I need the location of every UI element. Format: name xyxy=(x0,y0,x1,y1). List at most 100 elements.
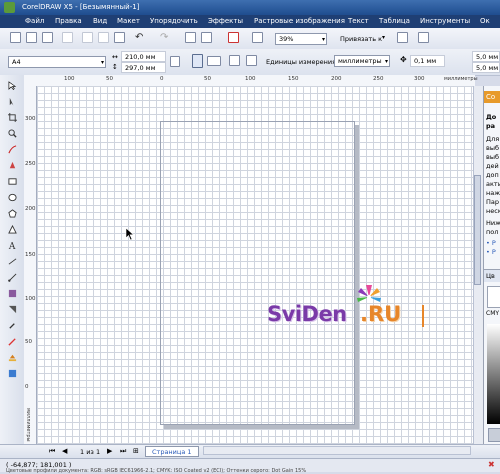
shape-tool-icon[interactable] xyxy=(8,97,17,106)
ruler-tick-label: 300 xyxy=(25,116,36,122)
options-icon-2[interactable] xyxy=(418,32,429,43)
cut-icon[interactable] xyxy=(82,32,93,43)
last-page-icon[interactable]: ⏭ xyxy=(120,447,126,456)
menu-window[interactable]: Ок xyxy=(480,17,490,25)
import-icon[interactable] xyxy=(185,32,196,43)
docker-button[interactable] xyxy=(488,428,500,442)
docker-text-line: До xyxy=(486,113,497,121)
color-gradient-picker[interactable] xyxy=(487,324,500,424)
open-icon[interactable] xyxy=(26,32,37,43)
horizontal-scrollbar[interactable] xyxy=(203,446,471,455)
eyedropper-tool-icon[interactable] xyxy=(8,321,17,330)
pick-tool-icon[interactable] xyxy=(8,81,17,90)
text-tool-icon[interactable]: A xyxy=(8,241,17,250)
save-icon[interactable] xyxy=(42,32,53,43)
basic-shapes-tool-icon[interactable] xyxy=(8,225,17,234)
smart-fill-tool-icon[interactable] xyxy=(8,161,17,170)
docker-text-line: наж xyxy=(486,189,500,197)
parallel-dimension-tool-icon[interactable] xyxy=(8,257,17,266)
orientation-toggle-icon[interactable] xyxy=(170,56,180,67)
outline-tool-icon[interactable] xyxy=(8,337,17,346)
duplicate-distance-y-field[interactable]: 5,0 мм xyxy=(472,62,500,73)
print-icon[interactable] xyxy=(62,32,73,43)
menu-view[interactable]: Вид xyxy=(93,17,107,25)
vertical-scroll-thumb[interactable] xyxy=(474,175,481,285)
rectangle-tool-icon[interactable] xyxy=(8,177,17,186)
ruler-tick-label: 300 xyxy=(414,76,425,82)
transparency-tool-icon[interactable] xyxy=(8,305,17,314)
ruler-tick-label: 50 xyxy=(106,76,113,82)
redo-icon[interactable]: ↷ xyxy=(160,32,168,43)
page-width-field[interactable]: 210,0 мм xyxy=(121,51,166,62)
text-caret xyxy=(422,305,424,327)
copy-icon[interactable] xyxy=(98,32,109,43)
all-pages-icon[interactable] xyxy=(229,55,240,66)
application-launcher-icon[interactable] xyxy=(228,32,239,43)
menu-effects[interactable]: Эффекты xyxy=(208,17,243,25)
add-page-icon[interactable]: ⊞ xyxy=(133,447,139,455)
polygon-tool-icon[interactable] xyxy=(8,209,17,218)
welcome-screen-icon[interactable] xyxy=(252,32,263,43)
page-tab-label: Страница 1 xyxy=(152,448,192,456)
docker-text-line: Ниж xyxy=(486,219,500,227)
width-icon: ↔ xyxy=(112,53,118,61)
previous-page-icon[interactable]: ◀ xyxy=(62,447,67,455)
window-title: CorelDRAW X5 - [Безымянный-1] xyxy=(22,3,140,11)
paste-icon[interactable] xyxy=(114,32,125,43)
landscape-icon[interactable] xyxy=(207,56,221,66)
zoom-combo[interactable]: 39% ▾ xyxy=(275,33,327,45)
ellipse-tool-icon[interactable] xyxy=(8,193,17,202)
connector-tool-icon[interactable] xyxy=(8,273,17,282)
menu-bitmaps[interactable]: Растровые изображения xyxy=(254,17,345,25)
blend-tool-icon[interactable] xyxy=(8,289,17,298)
crop-tool-icon[interactable] xyxy=(8,113,17,122)
menu-arrange[interactable]: Упорядочить xyxy=(150,17,198,25)
chevron-down-icon: ▾ xyxy=(384,58,388,65)
ruler-tick-label: 50 xyxy=(25,339,32,345)
duplicate-distance-x-field[interactable]: 5,0 мм xyxy=(472,51,500,62)
ruler-tick-label: 250 xyxy=(373,76,384,82)
standard-toolbar: ↶ ↷ 39% ▾ Привязать к ▾ xyxy=(0,28,500,50)
page-size-combo[interactable]: A4 ▾ xyxy=(8,56,106,68)
portrait-icon[interactable] xyxy=(192,54,203,68)
menu-file[interactable]: Файл xyxy=(25,17,44,25)
docker-link[interactable]: • Р xyxy=(486,248,496,256)
menu-edit[interactable]: Правка xyxy=(55,17,82,25)
page-height-field[interactable]: 297,0 мм xyxy=(121,62,166,73)
nudge-field[interactable]: 0,1 мм xyxy=(410,55,445,67)
page-tab[interactable]: Страница 1 xyxy=(145,446,199,457)
page-size-value: A4 xyxy=(12,58,21,66)
first-page-icon[interactable]: ⏮ xyxy=(49,447,55,456)
docker-text-line: ра xyxy=(486,122,496,130)
document-color-profiles[interactable]: Цветовые профили документа: RGB: sRGB IE… xyxy=(6,468,446,474)
vertical-ruler[interactable]: 300 250 200 150 100 50 0 миллиметры xyxy=(24,86,37,444)
menu-table[interactable]: Таблица xyxy=(379,17,410,25)
zoom-value: 39% xyxy=(279,35,294,43)
docker-text-line: акти xyxy=(486,180,500,188)
interactive-fill-tool-icon[interactable] xyxy=(8,369,17,378)
color-docker-header[interactable]: Цв xyxy=(484,269,500,282)
new-document-icon[interactable] xyxy=(10,32,21,43)
menu-text[interactable]: Текст xyxy=(348,17,369,25)
color-model-combo[interactable]: CMY xyxy=(486,310,499,317)
nudge-icon: ✥ xyxy=(400,55,407,64)
freehand-tool-icon[interactable] xyxy=(8,145,17,154)
docker-text-line: Пар xyxy=(486,198,499,206)
menu-layout[interactable]: Макет xyxy=(117,17,140,25)
options-icon[interactable] xyxy=(397,32,408,43)
units-combo[interactable]: миллиметры ▾ xyxy=(334,55,390,67)
menu-tools[interactable]: Инструменты xyxy=(420,17,470,25)
docker-text-line: неск xyxy=(486,207,500,215)
page-count-label: 1 из 1 xyxy=(80,448,101,456)
next-page-icon[interactable]: ▶ xyxy=(107,447,112,455)
current-page-icon[interactable] xyxy=(246,55,257,66)
document-page[interactable] xyxy=(160,121,355,425)
zoom-tool-icon[interactable] xyxy=(8,129,17,138)
fill-tool-icon[interactable] xyxy=(8,353,17,362)
docker-link[interactable]: • Р xyxy=(486,239,496,247)
coreldraw-app-icon xyxy=(4,2,15,13)
snap-to-menu[interactable]: Привязать к xyxy=(340,35,382,43)
undo-icon[interactable]: ↶ xyxy=(135,32,143,43)
export-icon[interactable] xyxy=(201,32,212,43)
chevron-down-icon: ▾ xyxy=(382,34,386,41)
